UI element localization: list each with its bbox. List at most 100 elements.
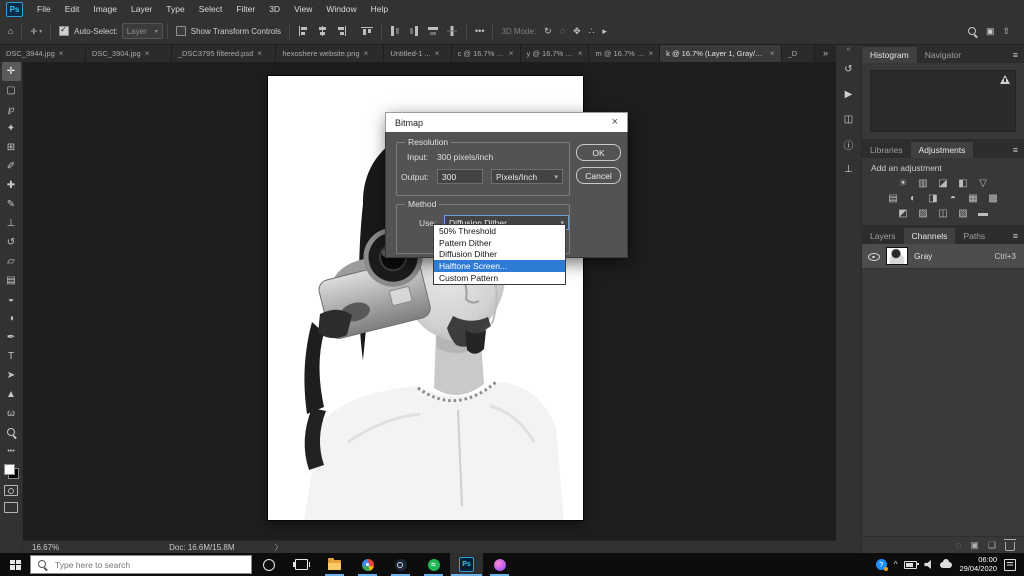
close-icon[interactable]: × [770, 49, 775, 58]
save-selection-icon[interactable]: ▣ [970, 540, 979, 551]
exposure-icon[interactable]: ◧ [957, 178, 970, 189]
crop-tool[interactable]: ⊞ [2, 138, 21, 157]
history-brush-tool[interactable]: ↺ [2, 233, 21, 252]
collapse-panels-icon[interactable]: « [847, 46, 851, 53]
align-center-h-icon[interactable] [313, 26, 332, 36]
menu-3d[interactable]: 3D [262, 4, 287, 14]
color-balance-icon[interactable]: ◐ [907, 193, 920, 204]
close-icon[interactable]: × [435, 49, 440, 58]
info-panel-icon[interactable]: ⓘ [840, 136, 857, 153]
tray-expand-icon[interactable]: ^ [894, 560, 898, 569]
3d-camera-icon[interactable]: ▸ [598, 26, 611, 37]
panel-menu-icon[interactable]: ≡ [1007, 50, 1024, 63]
align-right-icon[interactable] [332, 26, 351, 36]
distribute-center-v-icon[interactable] [443, 26, 462, 36]
history-panel-icon[interactable]: ↺ [840, 61, 857, 78]
hand-tool[interactable]: ω [2, 404, 21, 423]
eyedropper-tool[interactable]: ✐ [2, 157, 21, 176]
black-white-icon[interactable]: ◨ [927, 193, 940, 204]
selective-color-icon[interactable]: ▧ [957, 208, 970, 219]
distribute-center-h-icon[interactable] [405, 26, 424, 36]
tab-navigator[interactable]: Navigator [917, 47, 969, 63]
option-50-threshold[interactable]: 50% Threshold [434, 225, 565, 237]
paint3d-button[interactable] [483, 553, 516, 576]
brightness-contrast-icon[interactable]: ☀ [897, 178, 910, 189]
start-button[interactable] [0, 553, 30, 576]
menu-filter[interactable]: Filter [229, 4, 262, 14]
distribute-bottom-icon[interactable] [424, 26, 443, 36]
channel-row-gray[interactable]: Gray Ctrl+3 [862, 244, 1024, 269]
vibrance-icon[interactable]: ▽ [977, 178, 990, 189]
align-left-icon[interactable] [294, 26, 313, 36]
spotify-button[interactable]: ≈ [417, 553, 450, 576]
gradient-tool[interactable]: ▤ [2, 271, 21, 290]
quick-mask-button[interactable] [4, 485, 18, 496]
doc-tab-untitled1[interactable]: Untitled-1 ...× [384, 44, 451, 62]
move-tool-preset[interactable]: ✛ ▾ [26, 27, 46, 36]
more-options-icon[interactable]: ••• [471, 26, 488, 36]
close-icon[interactable]: × [257, 49, 262, 58]
tab-overflow-icon[interactable]: » [815, 48, 836, 58]
edit-toolbar-button[interactable]: ••• [2, 442, 21, 461]
tab-histogram[interactable]: Histogram [862, 47, 917, 63]
show-transform-checkbox[interactable]: Show Transform Controls [172, 26, 285, 36]
color-swatches[interactable] [4, 464, 19, 479]
posterize-icon[interactable]: ▨ [917, 208, 930, 219]
option-pattern-dither[interactable]: Pattern Dither [434, 237, 565, 249]
share-icon[interactable]: ⇧ [998, 26, 1014, 37]
menu-file[interactable]: File [30, 4, 58, 14]
cancel-button[interactable]: Cancel [576, 167, 621, 184]
levels-icon[interactable]: ▥ [917, 178, 930, 189]
delete-channel-icon[interactable] [1005, 542, 1015, 551]
close-icon[interactable]: × [145, 49, 150, 58]
marquee-tool[interactable]: ▢ [2, 81, 21, 100]
panel-menu-icon[interactable]: ≡ [1007, 145, 1024, 158]
close-icon[interactable]: × [578, 49, 583, 58]
doc-tab-m[interactable]: m @ 16.7% (...× [589, 44, 660, 62]
doc-tab-c[interactable]: c @ 16.7% (...× [452, 44, 521, 62]
doc-tab-dsc3904[interactable]: DSC_3904.jpg× [86, 44, 172, 62]
battery-icon[interactable] [904, 561, 917, 569]
tab-layers[interactable]: Layers [862, 228, 904, 244]
menu-view[interactable]: View [287, 4, 319, 14]
chrome-button[interactable] [351, 553, 384, 576]
output-unit-dropdown[interactable]: Pixels/Inch ▾ [491, 169, 563, 184]
3d-orbit-icon[interactable]: ↻ [540, 26, 556, 37]
ok-button[interactable]: OK [576, 144, 621, 161]
option-halftone-screen[interactable]: Halftone Screen... [434, 260, 565, 272]
warning-icon[interactable] [1000, 75, 1010, 84]
screen-mode-button[interactable] [4, 502, 18, 513]
eraser-tool[interactable]: ▱ [2, 252, 21, 271]
device-preview-panel-icon[interactable]: ◫ [840, 111, 857, 128]
auto-select-checkbox[interactable]: Auto-Select: [55, 26, 122, 36]
move-tool[interactable]: ✛ [2, 62, 21, 81]
speaker-icon[interactable] [924, 560, 933, 569]
align-top-icon[interactable] [357, 26, 377, 36]
curves-icon[interactable]: ◪ [937, 178, 950, 189]
lasso-tool[interactable]: ℘ [2, 100, 21, 119]
close-icon[interactable]: × [648, 49, 653, 58]
menu-window[interactable]: Window [319, 4, 363, 14]
visibility-eye-icon[interactable] [868, 251, 880, 262]
spot-healing-tool[interactable]: ✚ [2, 176, 21, 195]
home-icon[interactable]: ⌂ [4, 26, 17, 36]
type-tool[interactable]: T [2, 347, 21, 366]
brush-tool[interactable]: ✎ [2, 195, 21, 214]
menu-edit[interactable]: Edit [58, 4, 87, 14]
taskbar-clock[interactable]: 06:00 29/04/2020 [959, 556, 997, 573]
zoom-level[interactable]: 16.67% [32, 543, 59, 552]
new-channel-icon[interactable]: ❏ [988, 540, 996, 551]
tab-libraries[interactable]: Libraries [862, 142, 911, 158]
search-icon[interactable] [963, 26, 982, 37]
tab-adjustments[interactable]: Adjustments [911, 142, 974, 158]
auto-select-target-dropdown[interactable]: Layer ▾ [122, 23, 163, 39]
zoom-tool[interactable] [2, 423, 21, 442]
hue-saturation-icon[interactable]: ▤ [887, 193, 900, 204]
panel-menu-icon[interactable]: ≡ [1007, 231, 1024, 244]
tab-paths[interactable]: Paths [955, 228, 993, 244]
taskbar-search[interactable] [30, 555, 252, 574]
close-icon[interactable]: × [364, 49, 369, 58]
doc-tab-truncated[interactable]: _D [782, 44, 815, 62]
option-custom-pattern[interactable]: Custom Pattern [434, 272, 565, 284]
distribute-left-icon[interactable] [386, 26, 405, 36]
